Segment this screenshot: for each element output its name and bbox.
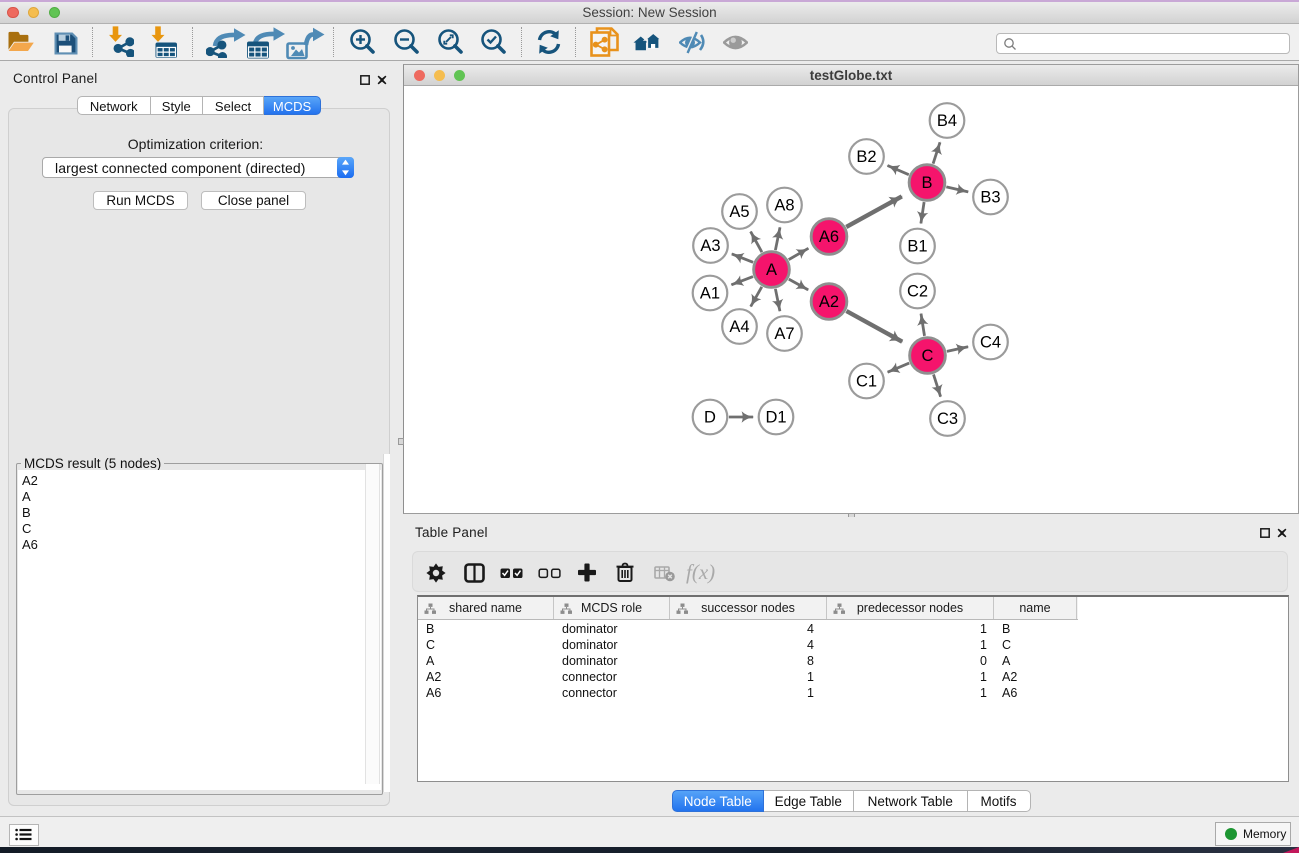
svg-text:A: A xyxy=(766,261,777,279)
svg-text:D: D xyxy=(704,409,716,427)
svg-text:B1: B1 xyxy=(907,238,927,256)
svg-text:D1: D1 xyxy=(765,409,786,427)
svg-text:A2: A2 xyxy=(819,293,839,311)
svg-text:A3: A3 xyxy=(700,237,720,255)
svg-text:B: B xyxy=(921,174,932,192)
svg-text:A8: A8 xyxy=(774,197,794,215)
svg-text:A5: A5 xyxy=(729,203,749,221)
svg-text:C4: C4 xyxy=(980,334,1001,352)
svg-text:A7: A7 xyxy=(774,325,794,343)
svg-text:A6: A6 xyxy=(819,228,839,246)
svg-text:A4: A4 xyxy=(729,318,749,336)
svg-text:B4: B4 xyxy=(937,112,957,130)
svg-text:B2: B2 xyxy=(856,148,876,166)
svg-text:C: C xyxy=(922,347,934,365)
svg-text:B3: B3 xyxy=(980,189,1000,207)
svg-text:C3: C3 xyxy=(937,410,958,428)
svg-text:C2: C2 xyxy=(907,283,928,301)
svg-text:C1: C1 xyxy=(856,373,877,391)
svg-text:A1: A1 xyxy=(700,285,720,303)
